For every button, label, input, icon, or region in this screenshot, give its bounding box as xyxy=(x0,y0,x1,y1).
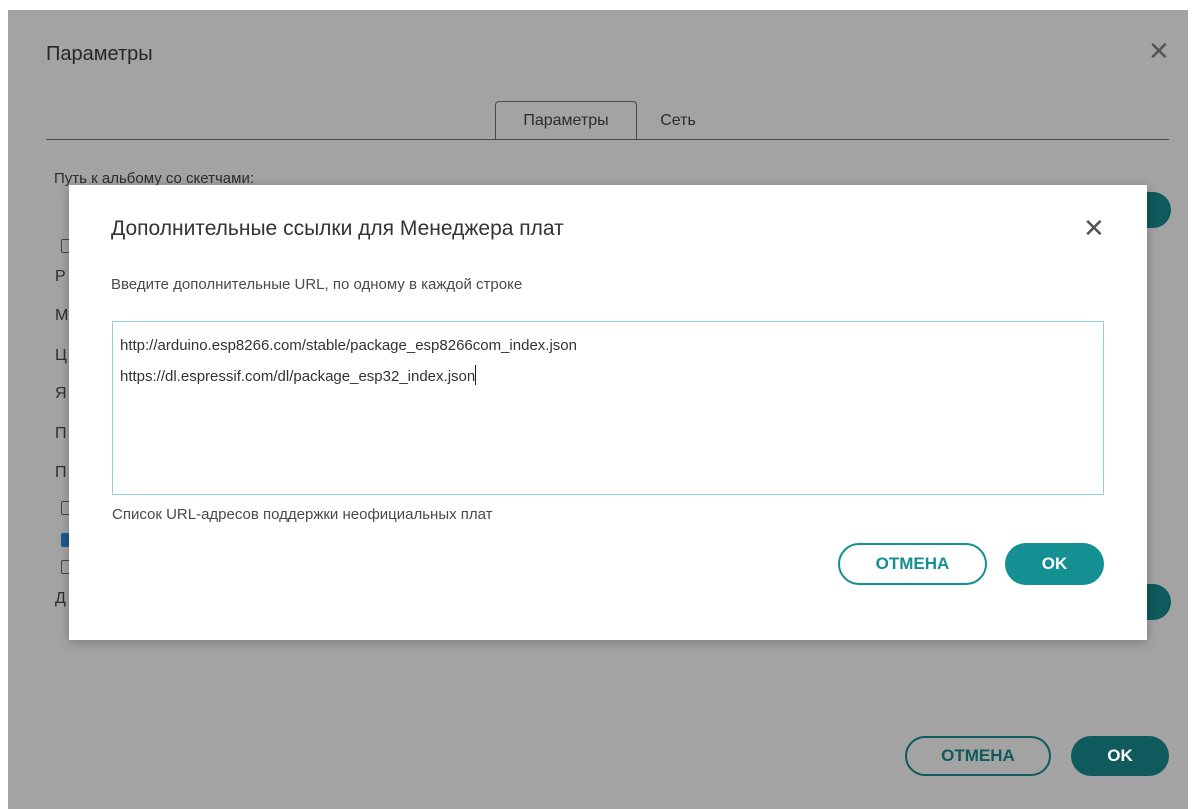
cancel-button[interactable]: ОТМЕНА xyxy=(838,543,987,585)
tabs-divider xyxy=(46,139,1169,140)
option-label-partial: Я xyxy=(55,385,67,402)
url-line-with-caret: https://dl.espressif.com/dl/package_esp3… xyxy=(120,361,1096,392)
option-label-partial: Р xyxy=(55,268,66,285)
tab-settings[interactable]: Параметры xyxy=(495,101,637,140)
tab-network[interactable]: Сеть xyxy=(648,101,708,140)
dialog-title: Дополнительные ссылки для Менеджера плат xyxy=(111,217,564,240)
option-label-partial: П xyxy=(55,464,67,481)
preferences-close-icon[interactable]: ✕ xyxy=(1148,38,1170,64)
preferences-ok-button[interactable]: OK xyxy=(1071,736,1169,776)
instruction-text: Введите дополнительные URL, по одному в … xyxy=(111,276,523,293)
option-label-partial: М xyxy=(55,307,69,324)
close-icon[interactable]: ✕ xyxy=(1083,215,1105,241)
preferences-title: Параметры xyxy=(46,43,153,65)
help-text: Список URL-адресов поддержки неофициальн… xyxy=(112,506,493,523)
board-manager-urls-dialog: Дополнительные ссылки для Менеджера плат… xyxy=(69,185,1147,640)
preferences-cancel-button[interactable]: ОТМЕНА xyxy=(905,736,1051,776)
urls-textarea[interactable]: http://arduino.esp8266.com/stable/packag… xyxy=(112,321,1104,495)
option-label-partial: Ц xyxy=(55,347,67,364)
option-label-partial: Д xyxy=(55,590,66,607)
ok-button[interactable]: OK xyxy=(1005,543,1104,585)
urls-button-partial[interactable] xyxy=(1143,584,1171,620)
url-line: https://dl.espressif.com/dl/package_esp3… xyxy=(120,368,476,385)
url-line: http://arduino.esp8266.com/stable/packag… xyxy=(120,337,577,354)
option-label-partial: П xyxy=(55,425,67,442)
text-caret xyxy=(475,365,477,385)
browse-button-partial[interactable] xyxy=(1143,192,1171,228)
